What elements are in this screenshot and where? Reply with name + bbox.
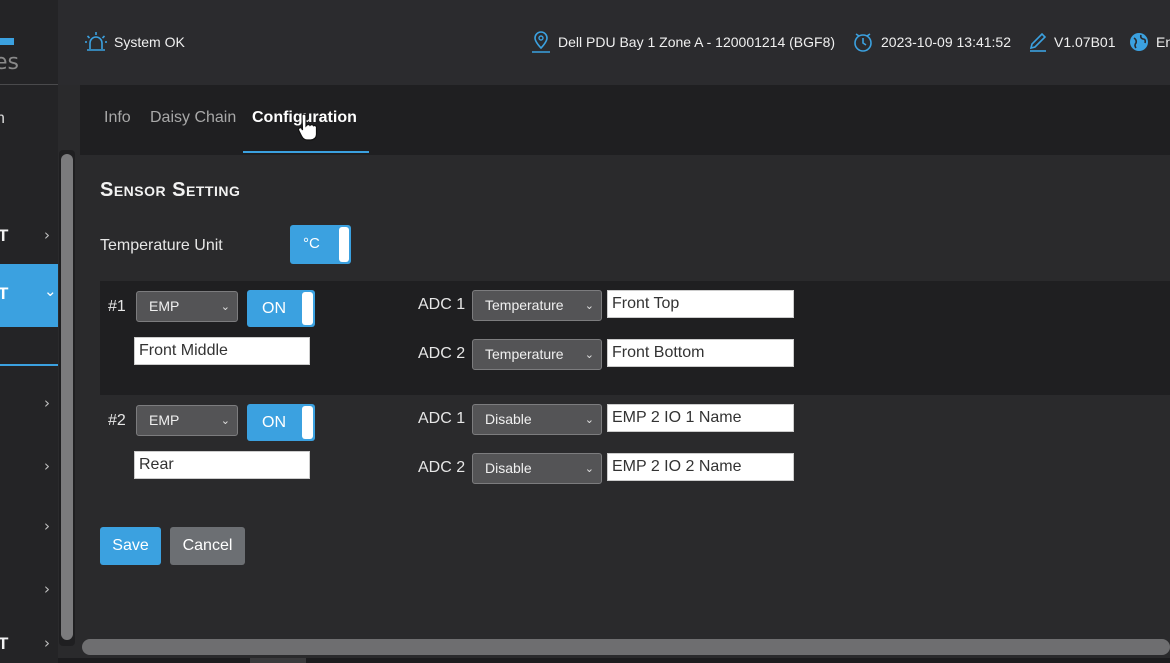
pdu-location: Dell PDU Bay 1 Zone A - 120001214 (BGF8) <box>530 30 835 54</box>
chevron-down-icon: ⌄ <box>584 462 594 475</box>
language-text[interactable]: Eng <box>1156 34 1170 50</box>
globe-icon <box>1130 33 1148 51</box>
adc-name-input[interactable]: EMP 2 IO 2 Name <box>607 453 794 481</box>
sidebar-item-6[interactable]: › <box>0 572 58 606</box>
hand-cursor-icon <box>297 114 318 141</box>
sidebar-item-2-active[interactable]: T ⌄ <box>0 264 58 327</box>
chevron-right-icon: › <box>44 580 50 598</box>
firmware-version: V1.07B01 <box>1028 30 1116 54</box>
brand-text: es <box>0 50 19 75</box>
chevron-right-icon: › <box>44 457 50 475</box>
sidebar: es n T › T ⌄ › › › › T › <box>0 0 58 663</box>
adc-mode-value: Disable <box>485 460 532 476</box>
adc-label: ADC 2 <box>418 459 466 476</box>
configuration-panel: Sensor Setting Temperature Unit °C #1 EM… <box>80 155 1170 640</box>
adc-mode-select[interactable]: Temperature ⌄ <box>472 339 602 370</box>
chevron-down-icon: ⌄ <box>584 299 594 312</box>
sidebar-scrollbar-thumb[interactable] <box>61 154 73 640</box>
adc-mode-value: Disable <box>485 411 532 427</box>
sidebar-scrollbar[interactable] <box>59 150 75 646</box>
sensor-number: #1 <box>108 298 126 315</box>
horizontal-scrollbar-thumb[interactable] <box>82 639 1170 655</box>
chevron-right-icon: › <box>44 226 50 244</box>
system-datetime-text: 2023-10-09 13:41:52 <box>881 34 1011 50</box>
section-title: Sensor Setting <box>100 179 241 201</box>
horizontal-scrollbar[interactable] <box>80 638 1170 658</box>
chevron-right-icon: › <box>44 394 50 412</box>
sidebar-item-1[interactable]: T › <box>0 218 58 252</box>
adc-name-input[interactable]: EMP 2 IO 1 Name <box>607 404 794 432</box>
chevron-down-icon: ⌄ <box>584 348 594 361</box>
chevron-down-icon: ⌄ <box>584 413 594 426</box>
sidebar-item-3[interactable]: › <box>0 386 58 420</box>
sidebar-item-label: T <box>0 226 9 245</box>
top-bar: System OK Dell PDU Bay 1 Zone A - 120001… <box>58 0 1170 85</box>
sensor-type-value: EMP <box>149 298 180 314</box>
toggle-knob <box>302 292 313 325</box>
system-status-text: System OK <box>114 34 185 50</box>
cancel-button[interactable]: Cancel <box>170 527 245 565</box>
toggle-knob <box>339 227 349 262</box>
sensor-enable-state: ON <box>262 414 286 431</box>
system-status: System OK <box>84 30 185 54</box>
temperature-unit-toggle[interactable]: °C <box>290 225 351 264</box>
sidebar-item-7[interactable]: T › <box>0 628 58 662</box>
chevron-right-icon: › <box>44 517 50 535</box>
sensor-enable-toggle[interactable]: ON <box>247 290 315 327</box>
sensor-name-input[interactable]: Rear <box>134 451 310 479</box>
firmware-version-text: V1.07B01 <box>1054 34 1116 50</box>
temperature-unit-value: °C <box>303 235 320 252</box>
toggle-knob <box>302 406 313 439</box>
adc-mode-value: Temperature <box>485 346 564 362</box>
sidebar-item-4[interactable]: › <box>0 449 58 483</box>
sensor-type-select[interactable]: EMP ⌄ <box>136 291 238 322</box>
chevron-right-icon: › <box>44 634 50 652</box>
active-tab-indicator <box>243 151 369 153</box>
bottom-strip <box>58 658 1170 663</box>
adc-mode-value: Temperature <box>485 297 564 313</box>
sensor-type-value: EMP <box>149 412 180 428</box>
pdu-location-text: Dell PDU Bay 1 Zone A - 120001214 (BGF8) <box>558 34 836 50</box>
sidebar-subitem-indicator <box>0 364 58 366</box>
chevron-down-icon: ⌄ <box>220 414 230 427</box>
temperature-unit-label: Temperature Unit <box>100 237 223 254</box>
tab-info[interactable]: Info <box>104 109 131 127</box>
sensor-number: #2 <box>108 412 126 429</box>
sensor-name-input[interactable]: Front Middle <box>134 337 310 365</box>
sidebar-item-label: T <box>0 284 9 303</box>
adc-mode-select[interactable]: Disable ⌄ <box>472 404 602 435</box>
chevron-down-icon: ⌄ <box>44 282 57 300</box>
tab-daisy-chain[interactable]: Daisy Chain <box>150 109 236 127</box>
adc-mode-select[interactable]: Temperature ⌄ <box>472 290 602 321</box>
save-button[interactable]: Save <box>100 527 161 565</box>
alarm-light-icon <box>85 32 107 51</box>
system-datetime: 2023-10-09 13:41:52 <box>851 30 1011 54</box>
clock-sync-icon <box>854 33 872 52</box>
adc-mode-select[interactable]: Disable ⌄ <box>472 453 602 484</box>
sensor-enable-toggle[interactable]: ON <box>247 404 315 441</box>
pencil-icon <box>1029 32 1047 52</box>
sensor-enable-state: ON <box>262 300 286 317</box>
adc-label: ADC 2 <box>418 345 466 362</box>
sensor-row-2: #2 EMP ⌄ ON Rear ADC 1 Disable ⌄ EMP 2 I… <box>100 395 1170 509</box>
sensor-type-select[interactable]: EMP ⌄ <box>136 405 238 436</box>
tab-bar: Info Daisy Chain Configuration <box>80 85 1170 155</box>
adc-label: ADC 1 <box>418 296 466 313</box>
bottom-strip-marker <box>250 658 306 663</box>
language-selector[interactable]: Eng <box>1128 30 1170 54</box>
sidebar-item-top[interactable]: n <box>0 110 5 128</box>
brand-logo-bar <box>0 38 14 45</box>
adc-label: ADC 1 <box>418 410 466 427</box>
adc-name-input[interactable]: Front Top <box>607 290 794 318</box>
sidebar-divider <box>0 84 58 85</box>
adc-name-input[interactable]: Front Bottom <box>607 339 794 367</box>
sidebar-item-label: T <box>0 634 9 653</box>
sensor-row-1: #1 EMP ⌄ ON Front Middle ADC 1 Temperatu… <box>100 281 1170 395</box>
sidebar-item-5[interactable]: › <box>0 509 58 543</box>
chevron-down-icon: ⌄ <box>220 300 230 313</box>
location-pin-icon <box>532 31 550 53</box>
